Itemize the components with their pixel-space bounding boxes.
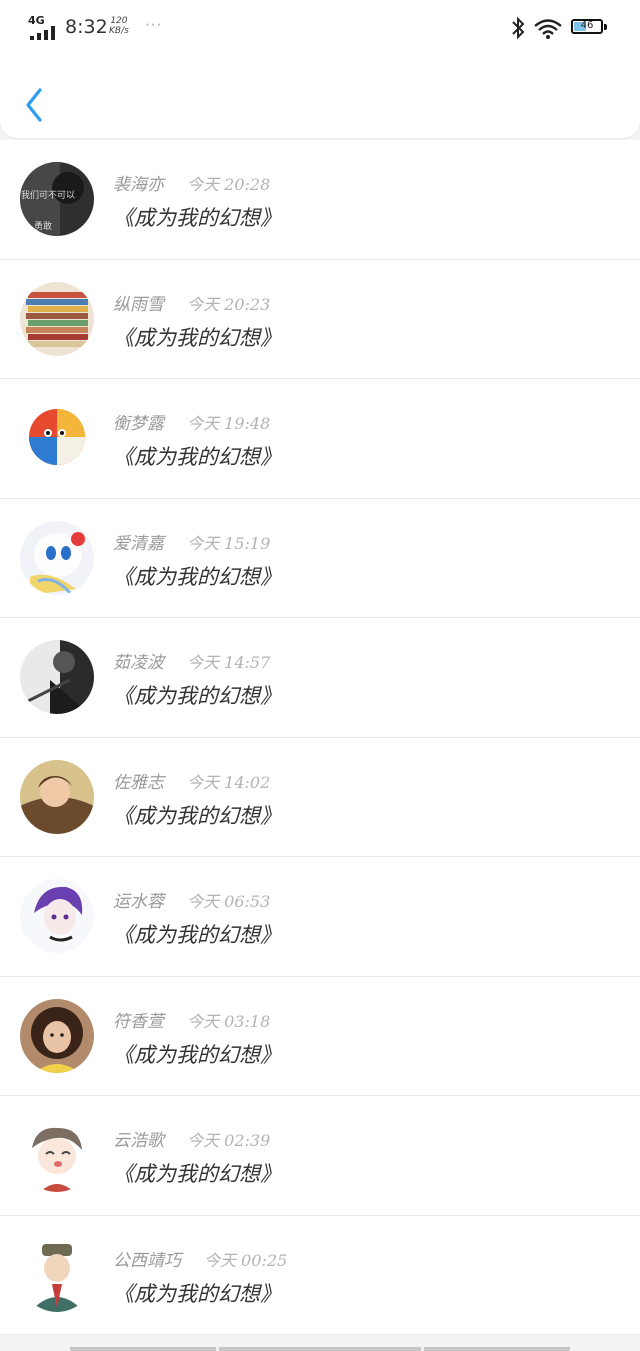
list-item[interactable]: 公西靖巧 今天 00:25 《成为我的幻想》 bbox=[0, 1215, 640, 1335]
sender-name: 衡梦露 bbox=[113, 414, 164, 434]
message-meta: 茹凌波 今天 14:57 bbox=[113, 648, 270, 673]
message-title: 《成为我的幻想》 bbox=[113, 445, 281, 469]
message-meta: 纵雨雪 今天 20:23 bbox=[113, 290, 270, 315]
wifi-icon bbox=[534, 19, 562, 39]
bottom-navigation-hint bbox=[0, 1335, 640, 1351]
signal-icon bbox=[30, 26, 55, 40]
clock: 8:32 bbox=[65, 16, 108, 38]
message-time: 今天 20:28 bbox=[187, 175, 271, 194]
message-meta: 公西靖巧 今天 00:25 bbox=[113, 1246, 287, 1271]
sender-name: 运水蓉 bbox=[113, 892, 164, 912]
bottom-indicator-right bbox=[424, 1347, 570, 1351]
message-time: 今天 14:57 bbox=[187, 653, 271, 672]
sender-name: 符香萱 bbox=[113, 1011, 164, 1032]
bottom-indicator-left bbox=[70, 1347, 216, 1351]
avatar[interactable] bbox=[20, 520, 94, 595]
message-title: 《成为我的幻想》 bbox=[113, 206, 281, 230]
message-time: 今天 15:19 bbox=[187, 533, 271, 553]
top-header: 4G 8:32 120 KB/s ··· 46 bbox=[0, 0, 640, 138]
sender-name: 公西靖巧 bbox=[113, 1250, 181, 1271]
network-speed-value: 120 bbox=[110, 16, 128, 26]
list-item[interactable]: 运水蓉 今天 06:53 《成为我的幻想》 bbox=[0, 857, 640, 977]
message-meta: 裴海亦 今天 20:28 bbox=[113, 170, 270, 195]
sender-name: 茹凌波 bbox=[113, 653, 164, 673]
message-title: 《成为我的幻想》 bbox=[113, 1042, 281, 1067]
battery-icon: 46 bbox=[571, 19, 607, 34]
more-notifications-icon: ··· bbox=[145, 16, 163, 34]
avatar-caption: 我们可不可以 bbox=[21, 189, 75, 201]
back-arrow-icon[interactable] bbox=[22, 86, 46, 124]
message-meta: 衡梦露 今天 19:48 bbox=[113, 409, 270, 434]
list-item[interactable]: 衡梦露 今天 19:48 《成为我的幻想》 bbox=[0, 379, 640, 499]
message-meta: 云浩歌 今天 02:39 bbox=[113, 1126, 270, 1151]
message-time: 今天 00:25 bbox=[204, 1250, 288, 1270]
sender-name: 纵雨雪 bbox=[113, 294, 164, 315]
avatar[interactable] bbox=[20, 998, 94, 1073]
avatar[interactable] bbox=[20, 759, 94, 834]
message-time: 今天 14:02 bbox=[187, 772, 271, 792]
status-bar: 4G 8:32 120 KB/s ··· 46 bbox=[0, 0, 640, 56]
list-item[interactable]: 我们可不可以 勇敢 裴海亦 今天 20:28 《成为我的幻想》 bbox=[0, 140, 640, 260]
message-meta: 佐雅志 今天 14:02 bbox=[113, 768, 270, 793]
avatar[interactable] bbox=[20, 281, 94, 356]
message-title: 《成为我的幻想》 bbox=[113, 803, 281, 828]
message-time: 今天 02:39 bbox=[187, 1131, 271, 1150]
message-time: 今天 20:23 bbox=[187, 294, 271, 314]
message-meta: 爱清嘉 今天 15:19 bbox=[113, 529, 270, 554]
bluetooth-icon bbox=[512, 16, 525, 40]
sender-name: 爱清嘉 bbox=[113, 533, 164, 554]
network-speed: 120 KB/s bbox=[109, 16, 129, 36]
list-item[interactable]: 佐雅志 今天 14:02 《成为我的幻想》 bbox=[0, 737, 640, 857]
avatar[interactable] bbox=[20, 879, 94, 953]
avatar[interactable]: 我们可不可以 勇敢 bbox=[20, 162, 94, 236]
avatar[interactable] bbox=[20, 401, 94, 475]
message-title: 《成为我的幻想》 bbox=[113, 923, 281, 947]
list-item[interactable]: 纵雨雪 今天 20:23 《成为我的幻想》 bbox=[0, 259, 640, 379]
message-meta: 符香萱 今天 03:18 bbox=[113, 1007, 270, 1032]
avatar[interactable] bbox=[20, 1118, 94, 1192]
battery-percent: 46 bbox=[580, 20, 594, 31]
message-time: 今天 06:53 bbox=[187, 892, 271, 911]
list-item[interactable]: 符香萱 今天 03:18 《成为我的幻想》 bbox=[0, 976, 640, 1096]
list-item[interactable]: 茹凌波 今天 14:57 《成为我的幻想》 bbox=[0, 618, 640, 738]
message-time: 今天 03:18 bbox=[187, 1011, 271, 1031]
message-title: 《成为我的幻想》 bbox=[113, 684, 281, 708]
list-item[interactable]: 爱清嘉 今天 15:19 《成为我的幻想》 bbox=[0, 498, 640, 618]
message-title: 《成为我的幻想》 bbox=[113, 1281, 281, 1306]
avatar[interactable] bbox=[20, 1237, 94, 1312]
bottom-indicator-center[interactable] bbox=[219, 1347, 421, 1351]
sender-name: 佐雅志 bbox=[113, 772, 164, 793]
network-speed-unit: KB/s bbox=[109, 26, 129, 36]
message-title: 《成为我的幻想》 bbox=[113, 1162, 281, 1186]
message-time: 今天 19:48 bbox=[187, 414, 271, 433]
message-title: 《成为我的幻想》 bbox=[113, 564, 281, 589]
sender-name: 裴海亦 bbox=[113, 175, 164, 195]
message-list: 我们可不可以 勇敢 裴海亦 今天 20:28 《成为我的幻想》 纵雨雪 今天 2… bbox=[0, 140, 640, 1335]
message-meta: 运水蓉 今天 06:53 bbox=[113, 887, 270, 912]
avatar[interactable] bbox=[20, 640, 94, 714]
avatar-caption-2: 勇敢 bbox=[34, 220, 52, 232]
sender-name: 云浩歌 bbox=[113, 1131, 164, 1151]
message-title: 《成为我的幻想》 bbox=[113, 325, 281, 350]
list-item[interactable]: 云浩歌 今天 02:39 《成为我的幻想》 bbox=[0, 1096, 640, 1216]
